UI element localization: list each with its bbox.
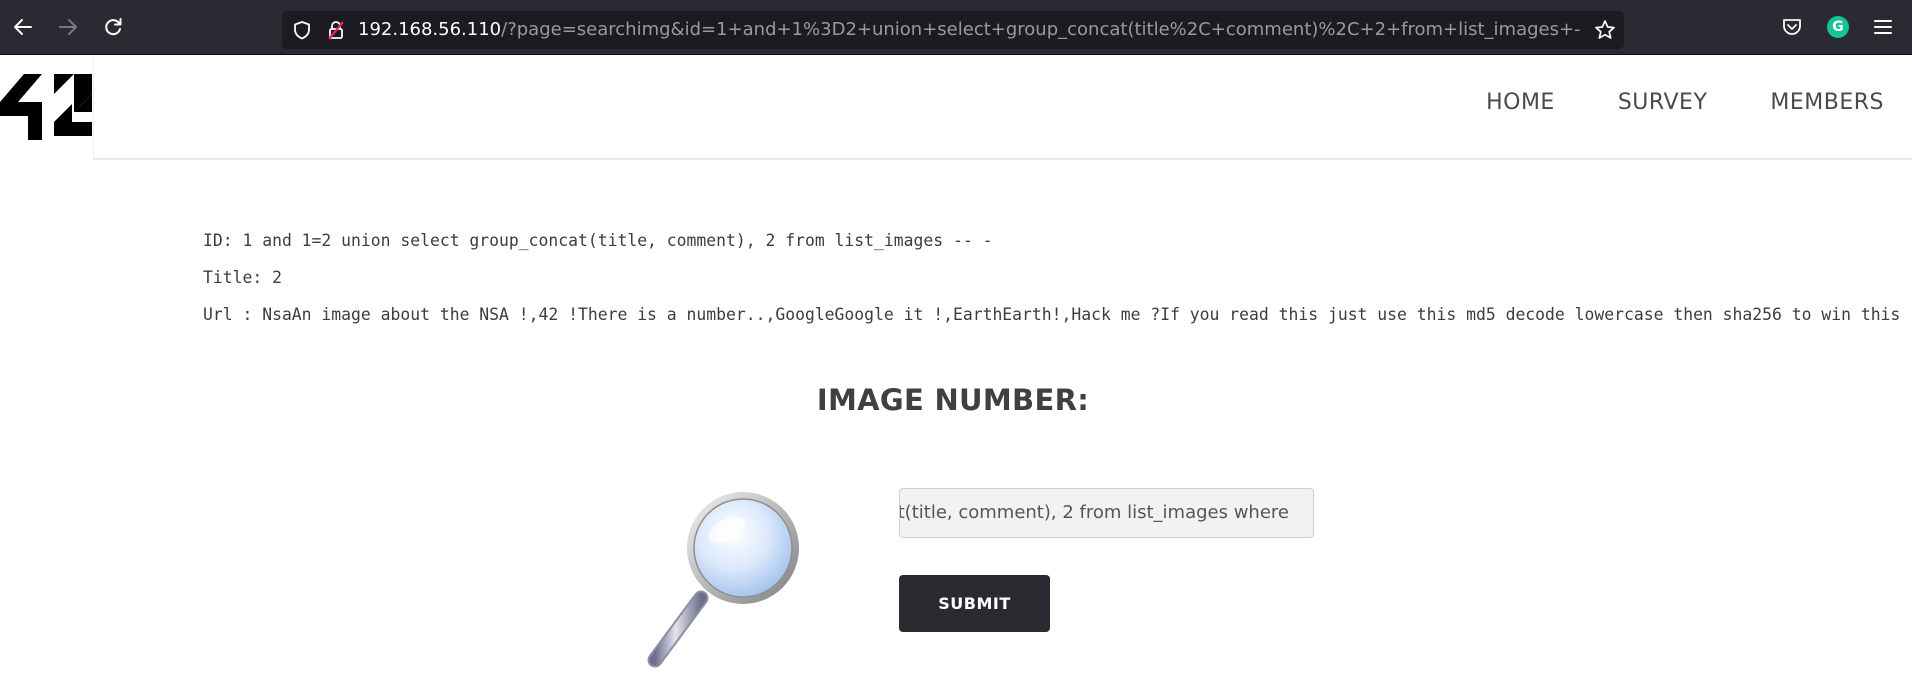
magnifier-icon [647, 492, 799, 668]
reload-button[interactable] [98, 12, 128, 42]
url-path: /?page=searchimg&id=1+and+1%3D2+union+se… [501, 19, 1580, 40]
url-text[interactable]: 192.168.56.110/?page=searchimg&id=1+and+… [358, 19, 1580, 41]
site-logo[interactable] [0, 56, 94, 160]
back-button[interactable] [8, 12, 38, 42]
grammarly-icon: G [1827, 16, 1849, 38]
section-heading: IMAGE NUMBER: [816, 383, 1090, 417]
result-title-line: Title: 2 [203, 268, 282, 287]
back-icon [14, 19, 32, 35]
image-number-input[interactable]: at(title, comment), 2 from list_images w… [899, 488, 1314, 538]
star-icon[interactable] [1594, 19, 1616, 41]
main-nav: HOME SURVEY MEMBERS [1423, 90, 1884, 115]
browser-toolbar: 192.168.56.110/?page=searchimg&id=1+and+… [0, 0, 1912, 55]
address-bar[interactable]: 192.168.56.110/?page=searchimg&id=1+and+… [282, 11, 1624, 49]
nav-home[interactable]: HOME [1486, 90, 1555, 115]
menu-button[interactable] [1870, 14, 1896, 40]
shield-icon[interactable] [292, 20, 312, 40]
result-id-line: ID: 1 and 1=2 union select group_concat(… [203, 231, 993, 250]
lock-insecure-icon[interactable] [326, 19, 346, 41]
pocket-icon [1783, 19, 1801, 35]
submit-button[interactable]: SUBMIT [899, 575, 1050, 632]
reload-icon [105, 18, 122, 36]
forward-button[interactable] [53, 12, 83, 42]
grammarly-button[interactable]: G [1825, 14, 1851, 40]
site-header: HOME SURVEY MEMBERS [0, 56, 1912, 160]
image-number-input-value: at(title, comment), 2 from list_images w… [899, 502, 1289, 523]
pocket-button[interactable] [1779, 14, 1805, 40]
forward-icon [59, 19, 77, 35]
nav-survey[interactable]: SURVEY [1618, 90, 1708, 115]
result-url-line: Url : NsaAn image about the NSA !,42 !Th… [203, 305, 1901, 324]
url-host: 192.168.56.110 [358, 19, 502, 40]
logo-42-icon [0, 74, 92, 140]
hamburger-menu-icon [1874, 20, 1892, 34]
nav-members[interactable]: MEMBERS [1770, 90, 1884, 115]
query-result: ID: 1 and 1=2 union select group_concat(… [203, 228, 1912, 339]
